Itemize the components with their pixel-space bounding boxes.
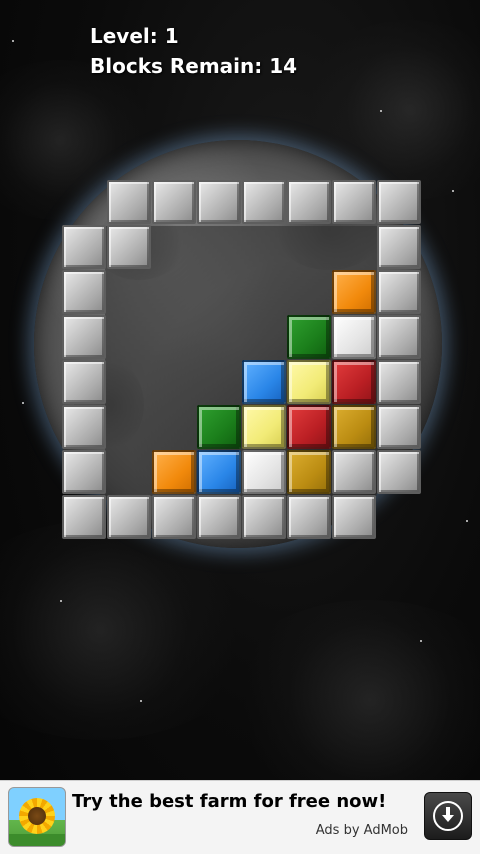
level-label: Level: [90,24,158,48]
wall-block [332,180,376,224]
wall-block [287,180,331,224]
star [140,700,142,702]
icon-stripe [9,834,65,846]
orange-block[interactable] [152,450,196,494]
wall-block [377,360,421,404]
ad-headline[interactable]: Try the best farm for free now! [72,791,386,812]
red-block[interactable] [332,360,376,404]
download-button[interactable] [424,792,472,840]
wall-block [242,495,286,539]
blue-block[interactable] [242,360,286,404]
star [12,40,14,42]
blue-block[interactable] [197,450,241,494]
wall-block [332,495,376,539]
green-block[interactable] [197,405,241,449]
wall-block [62,405,106,449]
wall-block [377,180,421,224]
level-indicator: Level: 1 [90,24,179,48]
download-arrow-icon [442,807,454,822]
wall-block [377,405,421,449]
game-screen: Level: 1 Blocks Remain: 14 Try the best … [0,0,480,854]
blocks-remaining-indicator: Blocks Remain: 14 [90,54,297,78]
blocks-value: 14 [269,54,298,78]
star [452,190,454,192]
wall-block [197,495,241,539]
blocks-label: Blocks Remain: [90,54,263,78]
wall-block [377,225,421,269]
wall-block [332,450,376,494]
ad-banner[interactable]: Try the best farm for free now! Ads by A… [0,780,480,854]
yellow-block[interactable] [242,405,286,449]
star [380,110,382,112]
wall-block [62,270,106,314]
star [420,640,422,642]
orange-block[interactable] [332,270,376,314]
wall-block [107,225,151,269]
hud-separator [158,24,165,48]
wall-block [152,495,196,539]
white-block[interactable] [332,315,376,359]
wall-block [377,270,421,314]
star [60,600,62,602]
wall-block [62,495,106,539]
wall-block [62,360,106,404]
gold-block[interactable] [332,405,376,449]
wall-block [62,315,106,359]
star [22,402,24,404]
gold-block[interactable] [287,450,331,494]
wall-block [62,450,106,494]
sunflower-farm-icon[interactable] [8,787,66,847]
wall-block [242,180,286,224]
level-value: 1 [164,24,179,48]
sunflower-center [28,807,46,825]
white-block[interactable] [242,450,286,494]
wall-block [152,180,196,224]
wall-block [377,315,421,359]
star [466,520,468,522]
green-block[interactable] [287,315,331,359]
ad-attribution: Ads by AdMob [315,823,408,838]
yellow-block[interactable] [287,360,331,404]
wall-block [197,180,241,224]
wall-block [107,495,151,539]
wall-block [62,225,106,269]
wall-block [287,495,331,539]
wall-block [377,450,421,494]
red-block[interactable] [287,405,331,449]
wall-block [107,180,151,224]
